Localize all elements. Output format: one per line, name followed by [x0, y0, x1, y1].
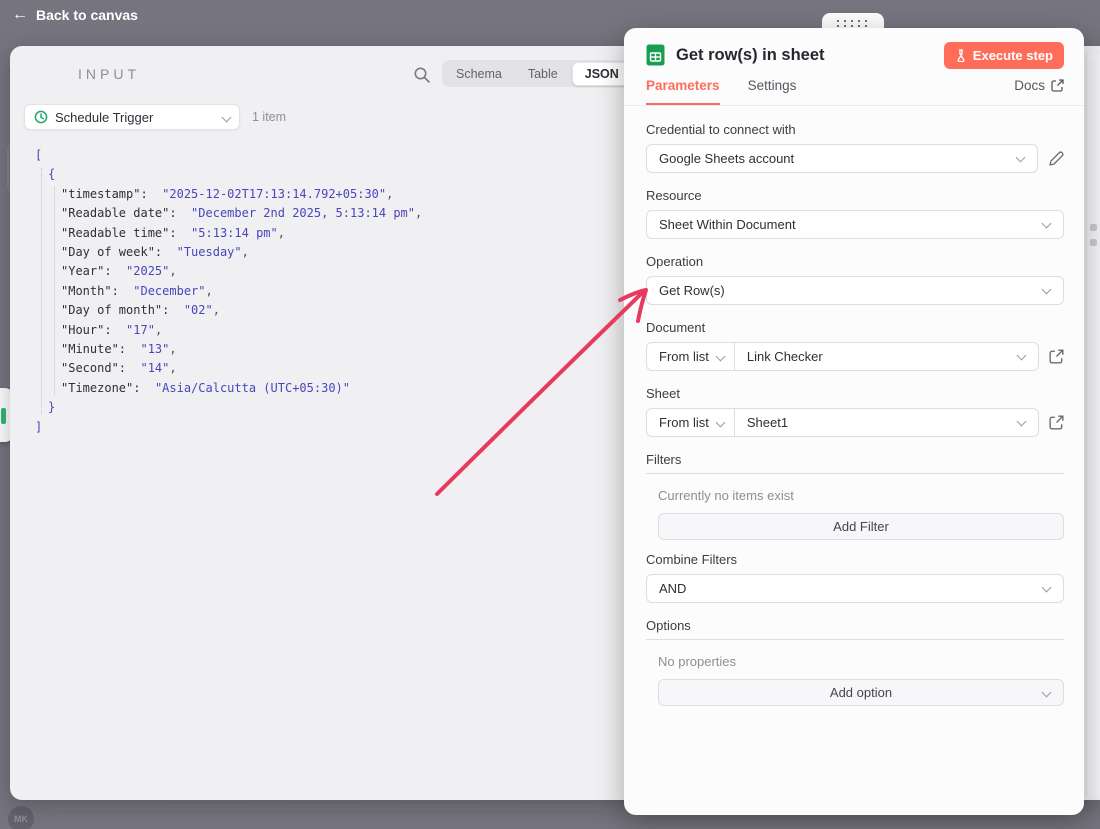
- parameters-body: Credential to connect with Google Sheets…: [624, 106, 1084, 706]
- back-arrow-icon: ←: [12, 6, 28, 24]
- execute-step-label: Execute step: [973, 48, 1053, 63]
- indent-guide: [41, 168, 42, 414]
- json-entry: "Readable date": "December 2nd 2025, 5:1…: [35, 204, 595, 223]
- json-entry: "Day of month": "02",: [35, 301, 595, 320]
- sheet-label: Sheet: [646, 386, 1064, 401]
- open-external-icon[interactable]: [1049, 349, 1064, 364]
- input-panel-title: INPUT: [78, 66, 140, 82]
- filters-label: Filters: [646, 452, 1064, 467]
- external-link-icon: [1051, 79, 1064, 92]
- sheet-mode-select[interactable]: From list: [647, 409, 735, 436]
- section-divider: [646, 639, 1064, 640]
- resource-select[interactable]: Sheet Within Document: [646, 210, 1064, 239]
- json-entry: "timestamp": "2025-12-02T17:13:14.792+05…: [35, 185, 595, 204]
- chevron-down-icon: [1042, 688, 1052, 698]
- operation-label: Operation: [646, 254, 1064, 269]
- view-tab-schema[interactable]: Schema: [444, 63, 514, 85]
- operation-select[interactable]: Get Row(s): [646, 276, 1064, 305]
- json-viewer: [{"timestamp": "2025-12-02T17:13:14.792+…: [35, 146, 595, 437]
- google-sheets-icon: [646, 44, 665, 66]
- json-entry: "Hour": "17",: [35, 321, 595, 340]
- sheet-resource-locator[interactable]: From list Sheet1: [646, 408, 1039, 437]
- display-mode-tabs: SchemaTableJSON: [442, 60, 634, 87]
- add-option-label: Add option: [830, 685, 892, 700]
- user-avatar[interactable]: MK: [8, 806, 34, 829]
- chevron-down-icon: [715, 418, 725, 428]
- sheet-value: Sheet1: [735, 415, 1038, 430]
- combine-filters-select[interactable]: AND: [646, 574, 1064, 603]
- credential-value: Google Sheets account: [659, 151, 794, 166]
- operation-value: Get Row(s): [659, 283, 725, 298]
- json-line: [: [35, 146, 595, 165]
- options-label: Options: [646, 618, 1064, 633]
- options-empty-text: No properties: [658, 654, 1064, 669]
- flask-icon: [955, 49, 967, 62]
- back-to-canvas-button[interactable]: ← Back to canvas: [12, 6, 138, 24]
- items-count: 1 item: [252, 110, 286, 124]
- execute-step-button[interactable]: Execute step: [944, 42, 1064, 69]
- edit-pencil-icon[interactable]: [1048, 151, 1064, 167]
- output-panel-edge: [1086, 54, 1100, 796]
- sheet-mode-value: From list: [659, 415, 709, 430]
- add-filter-label: Add Filter: [833, 519, 889, 534]
- json-line: }: [35, 398, 595, 417]
- input-source-select[interactable]: Schedule Trigger: [24, 104, 240, 130]
- tab-parameters[interactable]: Parameters: [646, 78, 720, 105]
- json-line: ]: [35, 418, 595, 437]
- chevron-down-icon: [1042, 219, 1052, 229]
- tab-settings[interactable]: Settings: [748, 78, 797, 103]
- credential-label: Credential to connect with: [646, 122, 1064, 137]
- json-entry: "Readable time": "5:13:14 pm",: [35, 224, 595, 243]
- combine-filters-value: AND: [659, 581, 686, 596]
- resource-label: Resource: [646, 188, 1064, 203]
- search-icon[interactable]: [413, 66, 431, 84]
- document-label: Document: [646, 320, 1064, 335]
- back-label: Back to canvas: [36, 7, 138, 23]
- output-glyph: [1090, 239, 1097, 246]
- document-value: Link Checker: [735, 349, 1038, 364]
- resource-value: Sheet Within Document: [659, 217, 796, 232]
- section-divider: [646, 473, 1064, 474]
- combine-filters-label: Combine Filters: [646, 552, 1064, 567]
- document-mode-value: From list: [659, 349, 709, 364]
- json-line: {: [35, 165, 595, 184]
- chevron-down-icon: [715, 352, 725, 362]
- open-external-icon[interactable]: [1049, 415, 1064, 430]
- node-settings-panel: Get row(s) in sheet Execute step Paramet…: [624, 28, 1084, 815]
- output-glyph: [1090, 224, 1097, 231]
- document-mode-select[interactable]: From list: [647, 343, 735, 370]
- docs-link[interactable]: Docs: [1014, 78, 1064, 93]
- input-source-value: Schedule Trigger: [55, 110, 216, 125]
- json-entry: "Year": "2025",: [35, 262, 595, 281]
- add-option-button[interactable]: Add option: [658, 679, 1064, 706]
- indent-guide: [54, 187, 55, 395]
- document-resource-locator[interactable]: From list Link Checker: [646, 342, 1039, 371]
- chevron-down-icon: [1042, 285, 1052, 295]
- credential-select[interactable]: Google Sheets account: [646, 144, 1038, 173]
- json-entry: "Minute": "13",: [35, 340, 595, 359]
- node-title: Get row(s) in sheet: [676, 46, 944, 65]
- node-tabs: Parameters Settings Docs: [624, 78, 1084, 106]
- json-entry: "Timezone": "Asia/Calcutta (UTC+05:30)": [35, 379, 595, 398]
- top-bar: ← Back to canvas: [0, 0, 1100, 30]
- chevron-down-icon: [1016, 153, 1026, 163]
- view-tab-table[interactable]: Table: [516, 63, 570, 85]
- chevron-down-icon: [1042, 583, 1052, 593]
- chevron-down-icon: [222, 112, 232, 122]
- json-entry: "Day of week": "Tuesday",: [35, 243, 595, 262]
- docs-label: Docs: [1014, 78, 1045, 93]
- node-header: Get row(s) in sheet Execute step: [624, 28, 1084, 72]
- json-entry: "Second": "14",: [35, 359, 595, 378]
- filters-empty-text: Currently no items exist: [658, 488, 1064, 503]
- node-accent: [1, 408, 6, 424]
- json-entry: "Month": "December",: [35, 282, 595, 301]
- add-filter-button[interactable]: Add Filter: [658, 513, 1064, 540]
- clock-icon: [34, 110, 48, 124]
- view-tab-json[interactable]: JSON: [572, 62, 632, 86]
